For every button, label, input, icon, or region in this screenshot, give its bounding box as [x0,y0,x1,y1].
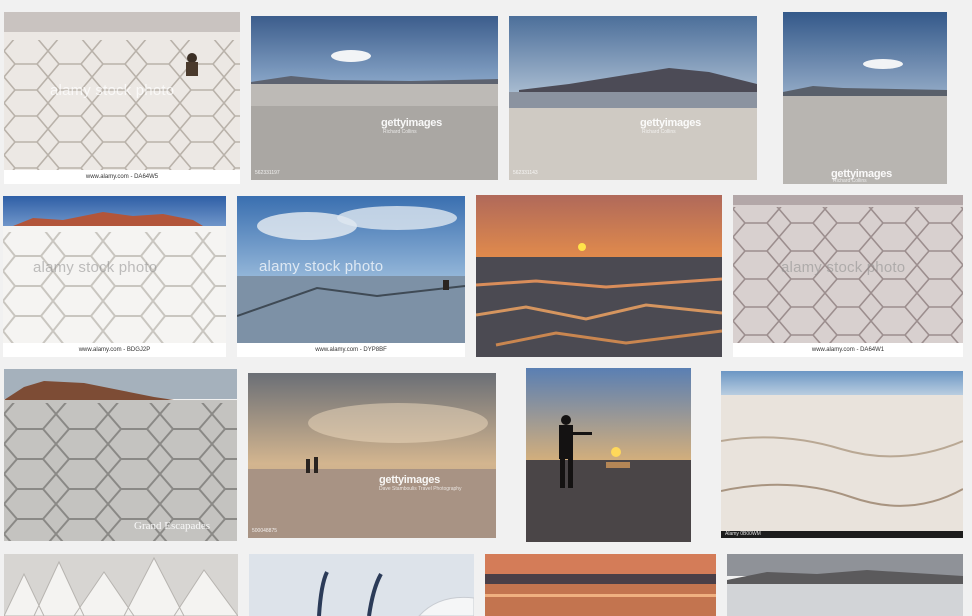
salt-crystals-photo [249,554,474,616]
alamy-watermark: alamy stock photo [33,259,158,276]
alamy-watermark: alamy stock photo [259,258,384,275]
image-result-10[interactable]: gettyimages Dave Stamboulis Travel Photo… [248,373,496,538]
lakeshore-photo [727,554,963,616]
getty-watermark: gettyimages [381,117,442,129]
soldier-silhouette-sunset-photo [526,368,691,542]
salt-lake-horizon-photo: gettyimages Richard Collins [783,12,947,184]
salt-flat-sunset-photo [476,195,722,357]
salt-lake-mountain-photo: gettyimages Richard Collins 562331143 [509,16,757,180]
image-result-7[interactable] [476,195,722,357]
grand-escapades-watermark: Grand Escapades [134,520,211,532]
image-caption: www.alamy.com - DYP8BF [237,343,465,357]
cracked-salt-photo: alamy stock photo [733,195,963,343]
image-result-6[interactable]: alamy stock photo www.alamy.com - DYP8BF [237,196,465,357]
photographer-credit: Richard Collins [383,129,417,135]
photographer-credit: Dave Stamboulis Travel Photography [379,486,462,492]
stock-id: 562331197 [255,170,280,176]
image-result-11[interactable] [526,368,691,542]
stock-id: 500048875 [252,528,278,534]
image-result-4[interactable]: gettyimages Richard Collins [783,12,947,184]
image-result-16[interactable] [727,554,963,616]
reflective-salt-flat-photo: alamy stock photo [237,196,465,343]
salt-polygons-photo: Grand Escapades [4,369,237,541]
salt-flat-photo: alamy stock photo [4,12,240,170]
getty-watermark: gettyimages [640,117,701,129]
salt-lake-photo: gettyimages Richard Collins 562331197 [251,16,498,180]
image-result-2[interactable]: gettyimages Richard Collins 562331197 [251,16,498,180]
couple-on-salt-flat-photo: gettyimages Dave Stamboulis Travel Photo… [248,373,496,538]
image-result-13[interactable] [4,554,238,616]
salt-formations-photo: alamy stock photo [3,196,226,343]
image-result-1[interactable]: alamy stock photo www.alamy.com - DA64W5 [4,12,240,184]
alamy-watermark: alamy stock photo [781,259,906,276]
image-result-9[interactable]: Grand Escapades [4,369,237,541]
image-result-3[interactable]: gettyimages Richard Collins 562331143 [509,16,757,180]
stock-id: 562331143 [513,170,538,176]
image-result-5[interactable]: alamy stock photo www.alamy.com - BDGJ2P [3,196,226,357]
getty-watermark: gettyimages [379,474,440,486]
image-result-14[interactable] [249,554,474,616]
image-result-8[interactable]: alamy stock photo www.alamy.com - DA64W1 [733,195,963,357]
stock-id: Alamy 0B00WM [725,531,761,537]
salt-crust-plain-photo: Alamy 0B00WM [721,371,963,538]
image-caption: www.alamy.com - DA64W5 [4,170,240,184]
image-result-15[interactable] [485,554,716,616]
photographer-credit: Richard Collins [642,129,676,135]
image-caption: www.alamy.com - DA64W1 [733,343,963,357]
salt-mounds-photo [4,554,238,616]
lake-dusk-photo [485,554,716,616]
image-result-12[interactable]: Alamy 0B00WM [721,371,963,538]
photographer-credit: Richard Collins [833,178,867,184]
alamy-watermark: alamy stock photo [50,82,175,99]
image-caption: www.alamy.com - BDGJ2P [3,343,226,357]
